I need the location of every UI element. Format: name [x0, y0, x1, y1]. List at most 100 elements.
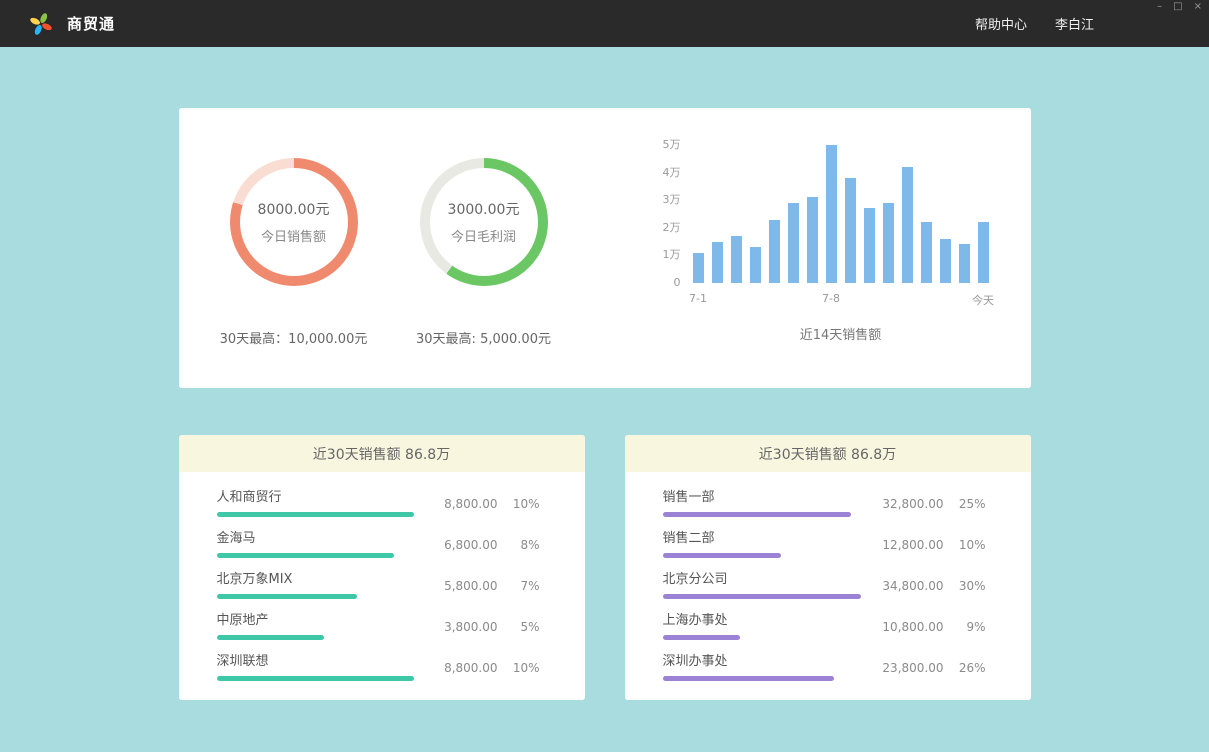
row-progress-bar — [663, 635, 740, 640]
chart-bar — [826, 145, 837, 283]
row-percent: 8% — [512, 538, 540, 552]
row-percent: 10% — [958, 538, 986, 552]
list-item: 上海办事处10,800.009% — [663, 613, 986, 640]
titlebar: 商贸通 帮助中心 李白江 – □ × — [0, 0, 1209, 47]
chart-x-axis: 7-17-8今天 — [693, 292, 989, 307]
row-percent: 10% — [512, 497, 540, 511]
customer-card-title: 近30天销售额 86.8万 — [179, 435, 585, 472]
chart-bar — [750, 247, 761, 283]
today-profit-donut: 3000.00元 今日毛利润 — [420, 158, 548, 286]
chart-bar — [788, 203, 799, 283]
chart-bar — [940, 239, 951, 283]
row-amount: 32,800.00 — [882, 497, 943, 511]
list-item: 金海马6,800.008% — [217, 531, 540, 558]
chart-bars — [693, 145, 989, 283]
today-sales-donut-block: 8000.00元 今日销售额 30天最高：10,000.00元 — [219, 108, 369, 388]
department-sales-card: 近30天销售额 86.8万 销售一部32,800.0025%销售二部12,800… — [625, 435, 1031, 700]
chart-bar — [864, 208, 875, 283]
today-profit-label: 今日毛利润 — [451, 226, 516, 245]
donut-center-text: 3000.00元 今日毛利润 — [420, 158, 548, 286]
donut-center-text: 8000.00元 今日销售额 — [230, 158, 358, 286]
row-value: 8,800.00 10% — [444, 497, 539, 511]
row-progress-bar — [217, 635, 324, 640]
x-axis-tick: 今天 — [972, 292, 994, 308]
summary-card: 8000.00元 今日销售额 30天最高：10,000.00元 3000.00元… — [179, 108, 1031, 388]
chart-bar — [693, 253, 704, 283]
list-item: 人和商贸行8,800.0010% — [217, 490, 540, 517]
list-item: 北京分公司34,800.0030% — [663, 572, 986, 599]
list-item: 销售一部32,800.0025% — [663, 490, 986, 517]
row-amount: 8,800.00 — [444, 497, 497, 511]
y-axis-tick: 3万 — [663, 194, 681, 206]
chart-plot-area: 01万2万3万4万5万 — [693, 145, 989, 283]
sales-30day-max: 30天最高：10,000.00元 — [219, 328, 369, 347]
row-progress-bar — [663, 512, 851, 517]
chart-inner: 01万2万3万4万5万 7-17-8今天 近14天销售额 — [693, 145, 989, 343]
chart-bar — [712, 242, 723, 283]
window-controls: – □ × — [1157, 2, 1202, 12]
minimize-icon[interactable]: – — [1157, 2, 1162, 12]
chart-bar — [845, 178, 856, 283]
today-sales-label: 今日销售额 — [261, 226, 326, 245]
row-progress-bar — [217, 594, 357, 599]
customer-rows: 人和商贸行8,800.0010%金海马6,800.008%北京万象MIX5,80… — [179, 472, 585, 681]
row-progress-bar — [663, 553, 781, 558]
row-progress-bar — [217, 553, 394, 558]
row-value: 5,800.007% — [444, 579, 539, 593]
list-item: 中原地产3,800.005% — [217, 613, 540, 640]
row-amount: 23,800.00 — [882, 661, 943, 675]
today-profit-donut-block: 3000.00元 今日毛利润 30天最高: 5,000.00元 — [409, 108, 559, 388]
row-value: 8,800.00 10% — [444, 661, 539, 675]
row-value: 3,800.00 5% — [444, 620, 539, 634]
row-percent: 9% — [958, 620, 986, 634]
app-title: 商贸通 — [67, 13, 115, 34]
list-item: 销售二部12,800.0010% — [663, 531, 986, 558]
chart-bar — [769, 220, 780, 283]
list-item: 深圳联想8,800.0010% — [217, 654, 540, 681]
chart-caption: 近14天销售额 — [693, 324, 989, 343]
maximize-icon[interactable]: □ — [1173, 2, 1182, 12]
department-card-title: 近30天销售额 86.8万 — [625, 435, 1031, 472]
y-axis-tick: 4万 — [663, 167, 681, 179]
row-value: 32,800.00 25% — [882, 497, 985, 511]
chart-bar — [959, 244, 970, 283]
chart-bar — [731, 236, 742, 283]
row-progress-bar — [663, 594, 861, 599]
sales-bar-chart: 01万2万3万4万5万 7-17-8今天 近14天销售额 — [645, 108, 1031, 388]
y-axis-tick: 1万 — [663, 249, 681, 261]
today-sales-value: 8000.00元 — [258, 199, 330, 219]
row-amount: 10,800.00 — [882, 620, 943, 634]
list-item: 北京万象MIX5,800.007% — [217, 572, 540, 599]
row-amount: 8,800.00 — [444, 661, 497, 675]
row-value: 34,800.0030% — [882, 579, 985, 593]
row-progress-bar — [217, 512, 414, 517]
row-amount: 3,800.00 — [444, 620, 497, 634]
chart-bar — [807, 197, 818, 283]
chart-bar — [883, 203, 894, 283]
row-progress-bar — [663, 676, 834, 681]
user-name[interactable]: 李白江 — [1055, 14, 1094, 33]
list-item: 深圳办事处23,800.0026% — [663, 654, 986, 681]
customer-sales-card: 近30天销售额 86.8万 人和商贸行8,800.0010%金海马6,800.0… — [179, 435, 585, 700]
chart-bar — [921, 222, 932, 283]
today-sales-donut: 8000.00元 今日销售额 — [230, 158, 358, 286]
row-percent: 25% — [958, 497, 986, 511]
row-value: 10,800.00 9% — [882, 620, 985, 634]
bottom-cards-row: 近30天销售额 86.8万 人和商贸行8,800.0010%金海马6,800.0… — [179, 435, 1031, 700]
row-amount: 6,800.00 — [444, 538, 497, 552]
row-percent: 7% — [512, 579, 540, 593]
row-percent: 5% — [512, 620, 540, 634]
row-amount: 12,800.00 — [882, 538, 943, 552]
chart-bar — [902, 167, 913, 283]
row-value: 23,800.0026% — [882, 661, 985, 675]
y-axis-tick: 0 — [674, 277, 681, 289]
app-logo-icon — [28, 11, 54, 37]
close-icon[interactable]: × — [1194, 2, 1202, 12]
profit-30day-max: 30天最高: 5,000.00元 — [409, 328, 559, 347]
row-progress-bar — [217, 676, 414, 681]
row-percent: 10% — [512, 661, 540, 675]
department-rows: 销售一部32,800.0025%销售二部12,800.0010%北京分公司34,… — [625, 472, 1031, 681]
help-center-link[interactable]: 帮助中心 — [975, 14, 1027, 33]
row-amount: 34,800.00 — [882, 579, 943, 593]
x-axis-tick: 7-1 — [689, 292, 707, 305]
